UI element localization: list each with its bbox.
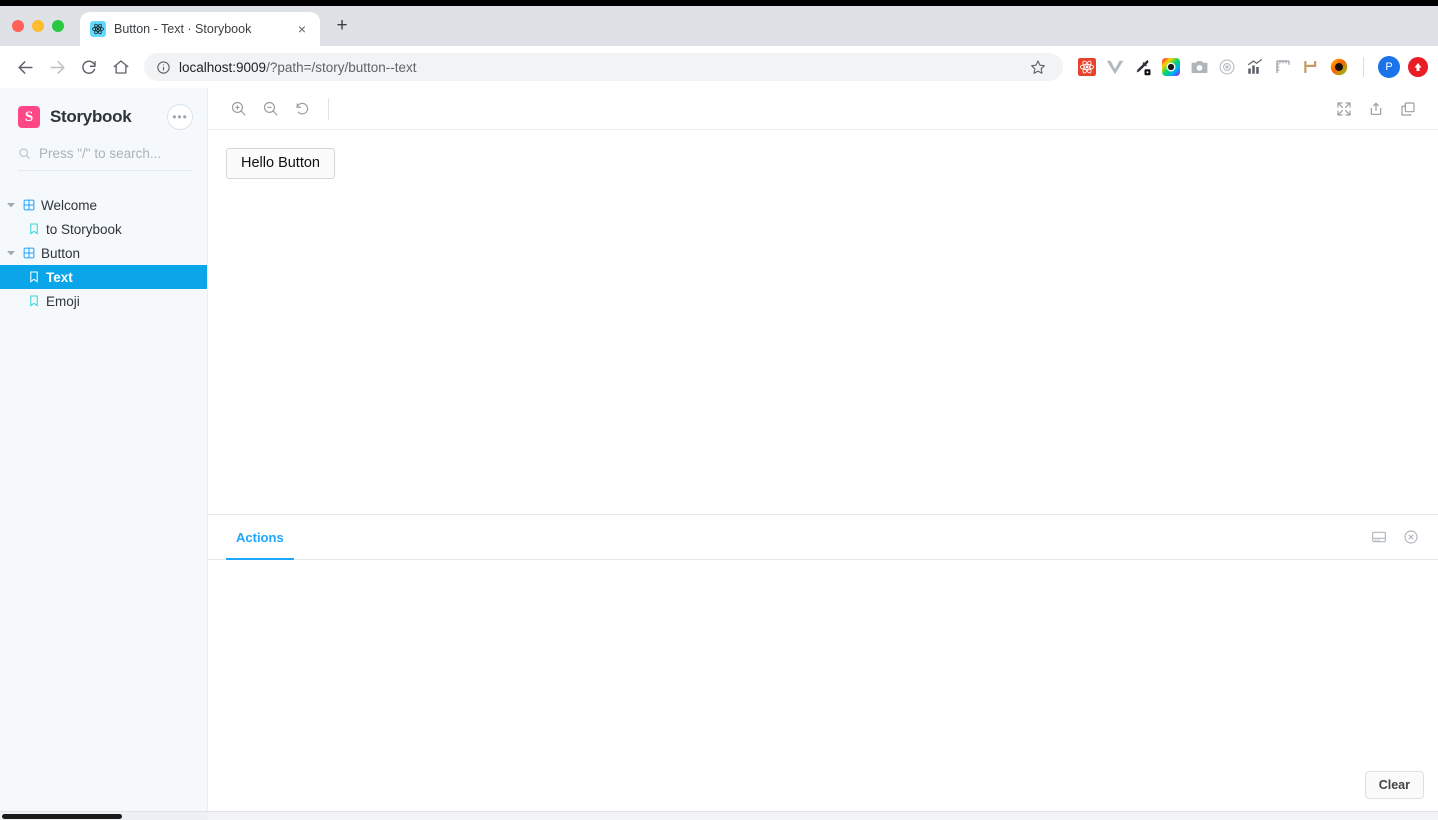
sidebar-item-label: to Storybook — [46, 221, 122, 237]
window-traffic-lights — [12, 20, 64, 32]
sidebar-item-button[interactable]: Button — [0, 241, 207, 265]
story-canvas: Hello Button — [208, 130, 1438, 514]
url-path: /?path=/story/button--text — [266, 59, 417, 75]
storybook-app: S Storybook ••• Welcome — [0, 88, 1438, 811]
storybook-sidebar: S Storybook ••• Welcome — [0, 88, 208, 811]
eyedropper-color-picker-icon[interactable] — [1133, 57, 1153, 77]
storybook-logo-icon: S — [18, 106, 40, 128]
close-panel-icon[interactable] — [1402, 528, 1420, 546]
layout-grid-icon[interactable] — [1301, 57, 1321, 77]
home-button[interactable] — [106, 52, 136, 82]
hello-button[interactable]: Hello Button — [226, 148, 335, 180]
minimize-window-button[interactable] — [32, 20, 44, 32]
search-icon — [18, 147, 31, 160]
panel-position-icon[interactable] — [1370, 528, 1388, 546]
actions-log: Clear — [208, 560, 1438, 811]
addons-panel: Actions Clear — [208, 515, 1438, 811]
profile-avatar[interactable]: P — [1378, 56, 1400, 78]
analytics-chart-icon[interactable] — [1245, 57, 1265, 77]
panel-tab-icons — [1370, 528, 1438, 546]
sidebar-item-to-storybook[interactable]: to Storybook — [0, 217, 207, 241]
chevron-down-icon[interactable] — [6, 201, 16, 209]
browser-tab[interactable]: Button - Text · Storybook × — [80, 12, 320, 46]
react-devtools-icon[interactable] — [1077, 57, 1097, 77]
back-button[interactable] — [10, 52, 40, 82]
screenshot-camera-icon[interactable] — [1189, 57, 1209, 77]
ruler-measure-icon[interactable] — [1273, 57, 1293, 77]
story-bookmark-icon — [28, 295, 40, 308]
tab-actions[interactable]: Actions — [226, 515, 294, 561]
toolbar-divider — [1363, 57, 1364, 77]
search-input[interactable] — [39, 146, 193, 161]
open-in-new-tab-icon[interactable] — [1360, 94, 1392, 124]
address-bar[interactable]: localhost:9009/?path=/story/button--text — [144, 53, 1063, 81]
extension-icons: P — [1071, 56, 1428, 78]
url-host: localhost:9009 — [179, 59, 267, 75]
sidebar-menu-button[interactable]: ••• — [167, 104, 193, 130]
sidebar-item-label: Text — [46, 269, 73, 285]
maximize-window-button[interactable] — [52, 20, 64, 32]
browser-toolbar: localhost:9009/?path=/story/button--text — [0, 46, 1438, 88]
update-arrow-icon[interactable] — [1408, 57, 1428, 77]
component-icon — [22, 199, 35, 212]
browser-tab-title: Button - Text · Storybook — [114, 22, 252, 36]
reload-button[interactable] — [74, 52, 104, 82]
sidebar-header: S Storybook ••• — [0, 88, 207, 140]
story-bookmark-icon — [28, 271, 40, 284]
zoom-in-icon[interactable] — [222, 94, 254, 124]
copy-canvas-icon[interactable] — [1392, 94, 1424, 124]
zoom-reset-icon[interactable] — [286, 94, 318, 124]
sidebar-item-text[interactable]: Text — [0, 265, 207, 289]
bookmark-star-icon[interactable] — [1025, 54, 1051, 80]
story-bookmark-icon — [28, 223, 40, 236]
close-window-button[interactable] — [12, 20, 24, 32]
storybook-title: Storybook — [50, 107, 132, 126]
vue-devtools-icon[interactable] — [1105, 57, 1125, 77]
preview-toolbar — [208, 88, 1438, 130]
target-circle-icon[interactable] — [1217, 57, 1237, 77]
component-icon — [22, 247, 35, 260]
storybook-main: Hello Button Actions Clear — [208, 88, 1438, 811]
browser-window: Button - Text · Storybook × + localhost:… — [0, 0, 1438, 820]
sidebar-item-label: Welcome — [41, 197, 98, 213]
addons-panel-tabs: Actions — [208, 515, 1438, 561]
page-info-icon[interactable] — [156, 60, 171, 75]
horizontal-scrollbar[interactable] — [0, 811, 1438, 820]
sidebar-item-label: Button — [41, 245, 81, 261]
scrollbar-thumb[interactable] — [2, 814, 122, 819]
colorzilla-icon[interactable] — [1161, 57, 1181, 77]
sidebar-item-label: Emoji — [46, 293, 80, 309]
forward-button[interactable] — [42, 52, 72, 82]
react-logo-favicon — [90, 21, 106, 37]
close-tab-button[interactable]: × — [294, 21, 310, 37]
sidebar-item-emoji[interactable]: Emoji — [0, 289, 207, 313]
address-bar-url: localhost:9009/?path=/story/button--text — [179, 60, 417, 75]
story-preview: Hello Button — [208, 88, 1438, 515]
sidebar-item-welcome[interactable]: Welcome — [0, 193, 207, 217]
fullscreen-icon[interactable] — [1328, 94, 1360, 124]
sidebar-search[interactable] — [18, 146, 193, 171]
zoom-out-icon[interactable] — [254, 94, 286, 124]
firefox-circle-icon[interactable] — [1329, 57, 1349, 77]
story-tree: Welcome to Storybook Button Text Emoji — [0, 193, 207, 313]
chevron-down-icon[interactable] — [6, 249, 16, 257]
new-tab-button[interactable]: + — [328, 12, 356, 40]
toolbar-divider — [328, 97, 329, 120]
browser-tab-strip: Button - Text · Storybook × + — [0, 6, 1438, 46]
clear-actions-button[interactable]: Clear — [1364, 771, 1424, 799]
